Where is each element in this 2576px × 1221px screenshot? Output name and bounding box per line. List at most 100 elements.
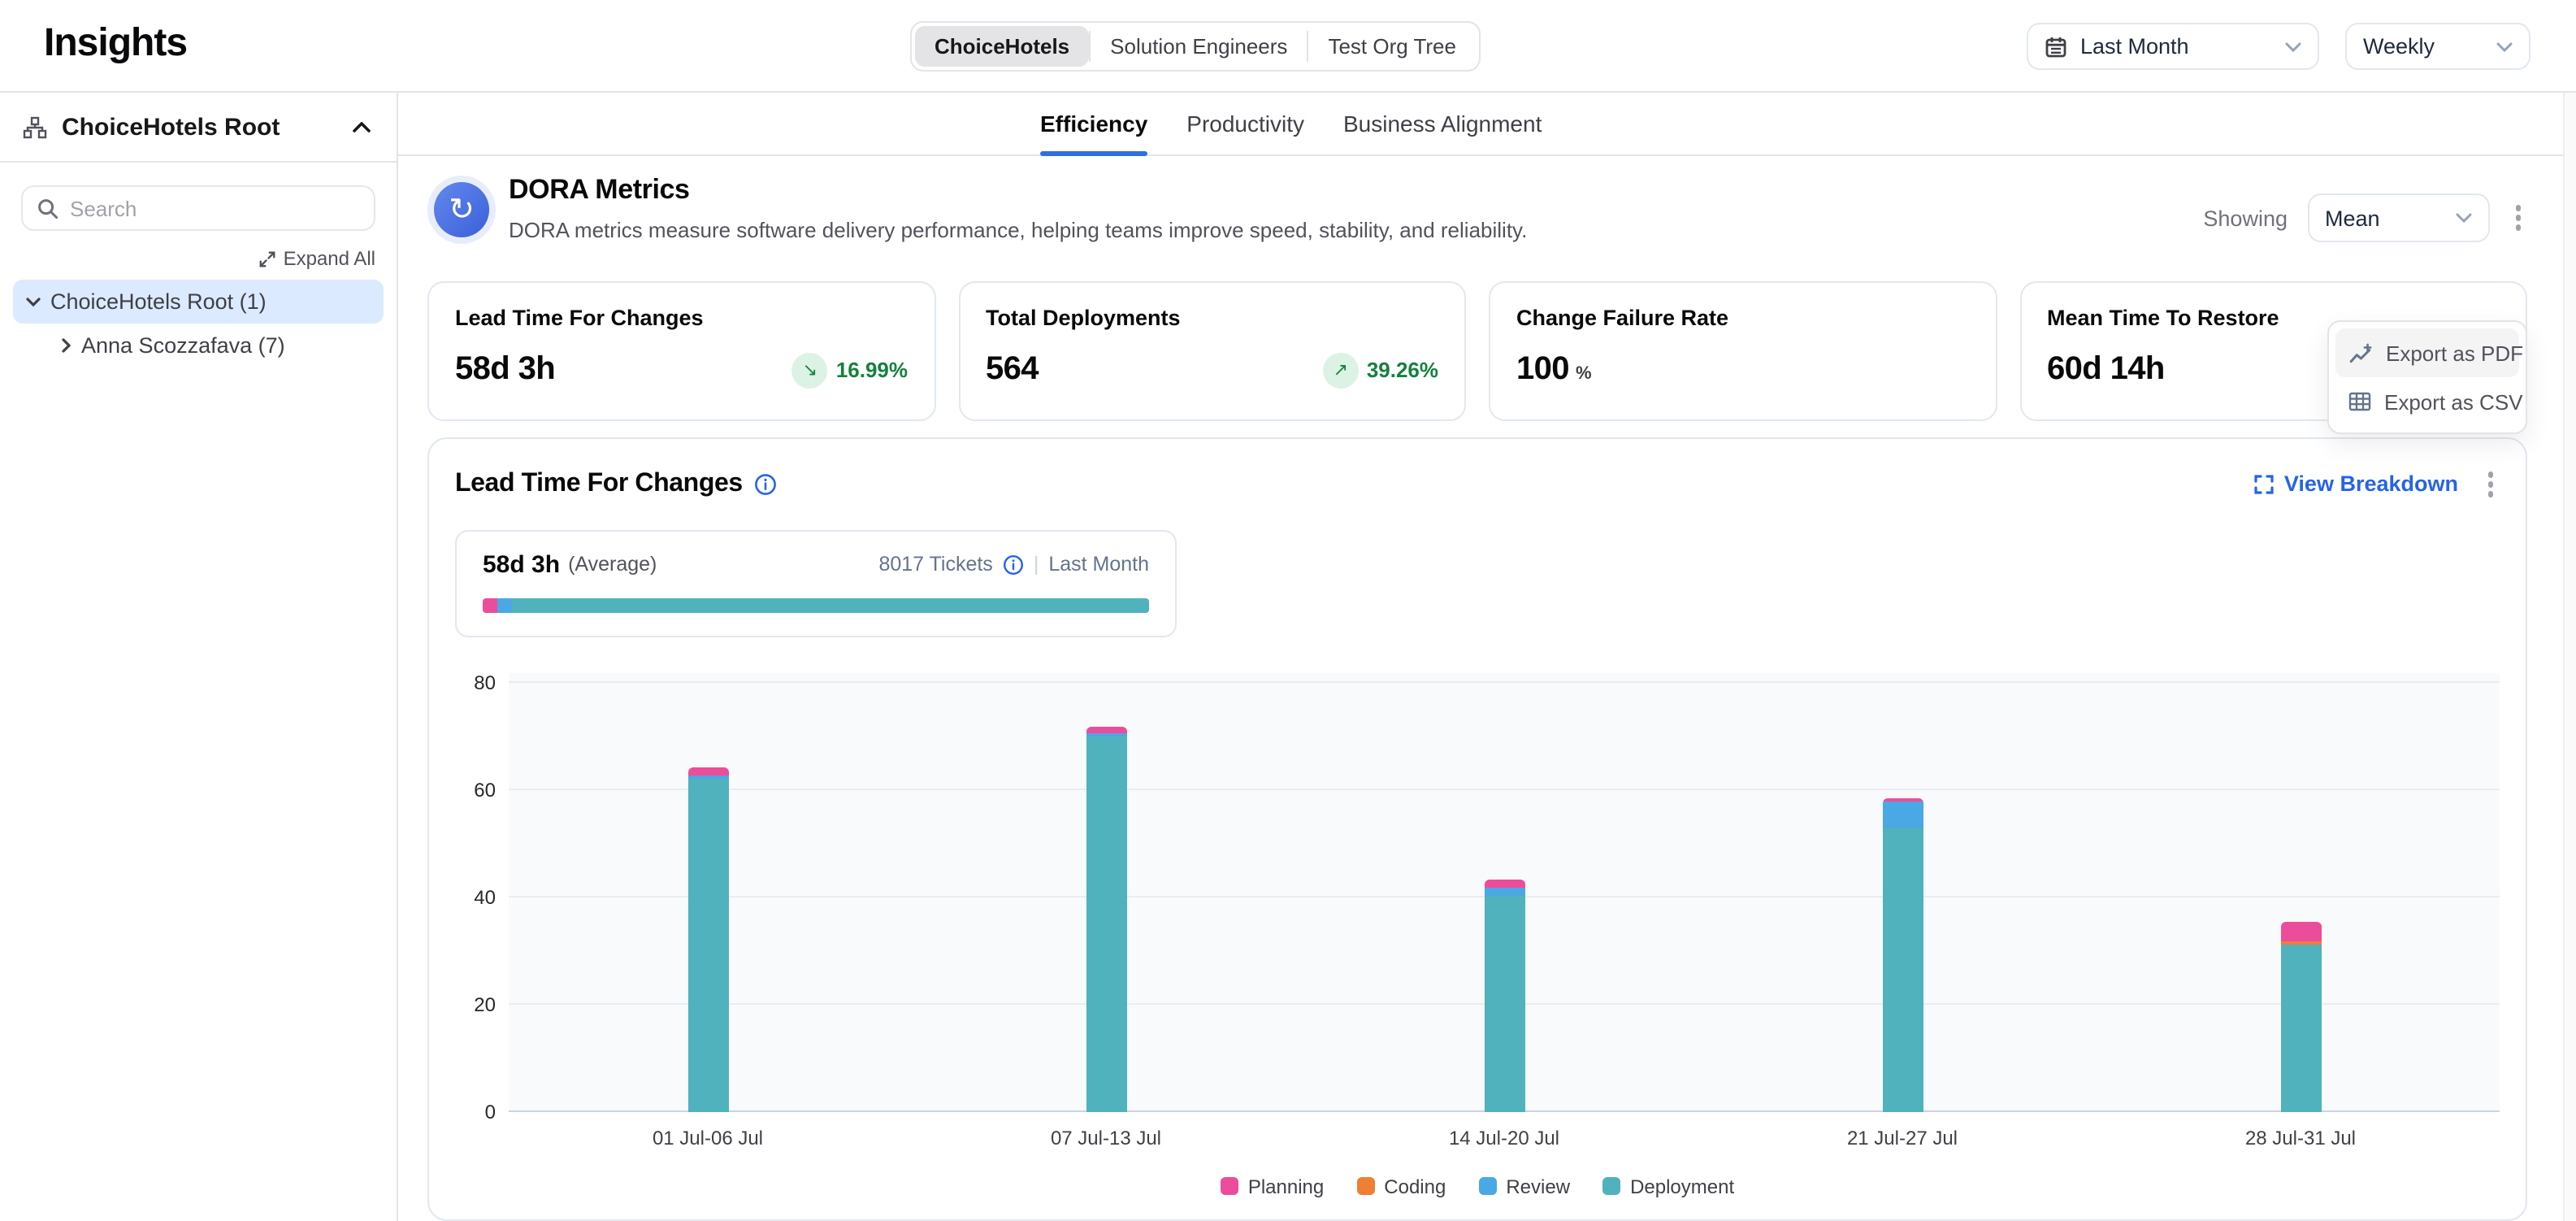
bar-segment-deployment — [1484, 895, 1524, 1111]
stacked-bar-4[interactable] — [1882, 798, 1923, 1111]
tree-row-label: Anna Scozzafava (7) — [81, 333, 285, 358]
bar-segment-planning — [1484, 880, 1524, 888]
tickets-count: 8017 Tickets — [878, 553, 992, 576]
org-tab-test-org-tree[interactable]: Test Org Tree — [1308, 26, 1476, 67]
metric-value: 58d 3h — [455, 351, 555, 389]
expand-corners-icon — [2255, 475, 2275, 494]
chevron-down-icon[interactable] — [26, 297, 41, 306]
metric-title: Total Deployments — [986, 306, 1438, 330]
summary-value: 58d 3h — [483, 550, 560, 578]
search-input[interactable] — [70, 196, 359, 220]
org-tree-icon — [23, 115, 47, 139]
tab-productivity[interactable]: Productivity — [1186, 93, 1304, 154]
bar-segment-deployment — [2280, 944, 2321, 1111]
chart-summary: 58d 3h (Average) 8017 Tickets | Last Mon… — [455, 529, 1177, 637]
insights-app: Insights ChoiceHotels Solution Engineers… — [0, 0, 2576, 1221]
chevron-right-icon[interactable] — [62, 338, 72, 353]
x-tick-label: 14 Jul-20 Jul — [1305, 1126, 1703, 1149]
metric-title: Lead Time For Changes — [455, 306, 908, 330]
stacked-bar-5[interactable] — [2280, 923, 2321, 1111]
lead-time-card: Lead Time For Changes View Breakdown — [427, 437, 2527, 1221]
bar-segment-deployment — [1882, 827, 1923, 1111]
view-breakdown-button[interactable]: View Breakdown — [2255, 472, 2458, 497]
summary-segment-deployment — [512, 597, 1149, 612]
legend-swatch — [1221, 1177, 1238, 1195]
y-tick-label: 20 — [444, 993, 496, 1015]
tab-efficiency[interactable]: Efficiency — [1040, 93, 1147, 154]
metric-card-lead-time: Lead Time For Changes 58d 3h ↘ 16.99% — [427, 281, 935, 421]
summary-stacked-bar — [483, 597, 1149, 612]
info-icon[interactable] — [1003, 554, 1024, 575]
granularity-value: Weekly — [2363, 34, 2483, 59]
dora-menu-button[interactable] — [2509, 199, 2527, 237]
section-title: Lead Time For Changes — [455, 470, 743, 499]
expand-all-button[interactable]: Expand All — [259, 247, 375, 270]
x-tick-label: 07 Jul-13 Jul — [907, 1126, 1305, 1149]
date-range-value: Last Month — [2080, 34, 2272, 59]
header-controls: Last Month Weekly — [2027, 23, 2530, 70]
export-menu: Export as PDF Export as CSV — [2327, 320, 2527, 434]
org-tab-choicehotels[interactable]: ChoiceHotels — [915, 26, 1089, 67]
metric-card-change-failure-rate: Change Failure Rate 100 % — [1489, 281, 1997, 421]
chart-legend: PlanningCodingReviewDeployment — [455, 1175, 2500, 1197]
stacked-bar-3[interactable] — [1484, 880, 1524, 1111]
bar-segment-deployment — [1086, 736, 1126, 1111]
y-tick-label: 40 — [444, 885, 496, 908]
menu-item-export-pdf[interactable]: Export as PDF — [2335, 328, 2519, 377]
menu-item-export-csv[interactable]: Export as CSV — [2335, 377, 2519, 426]
sidebar: ChoiceHotels Root Expand All — [0, 93, 398, 1221]
metric-value: 564 — [986, 351, 1039, 389]
date-range-select[interactable]: Last Month — [2027, 23, 2319, 70]
chevron-down-icon — [2285, 41, 2301, 51]
metric-value: 60d 14h — [2047, 351, 2165, 389]
x-tick-label: 21 Jul-27 Jul — [1703, 1126, 2101, 1149]
tree-row-anna-scozzafava[interactable]: Anna Scozzafava (7) — [49, 324, 384, 367]
sidebar-collapse-button[interactable] — [349, 118, 374, 136]
dora-icon: ↻ — [427, 176, 496, 244]
separator: | — [1034, 553, 1039, 576]
tree-row-label: ChoiceHotels Root (1) — [50, 289, 267, 314]
info-icon[interactable] — [754, 473, 777, 496]
bar-segment-review — [1484, 888, 1524, 895]
chevron-down-icon — [2496, 41, 2513, 51]
org-tab-solution-engineers[interactable]: Solution Engineers — [1091, 26, 1307, 67]
stacked-bar-2[interactable] — [1086, 727, 1126, 1111]
showing-select[interactable]: Mean — [2307, 193, 2489, 242]
tab-business-alignment[interactable]: Business Alignment — [1343, 93, 1542, 154]
metric-title: Change Failure Rate — [1516, 306, 1969, 330]
trend-up-icon: ↗ — [1323, 352, 1359, 388]
dora-title: DORA Metrics — [509, 174, 1527, 206]
legend-swatch — [1478, 1177, 1496, 1195]
chart-line-icon — [2348, 342, 2373, 363]
main-area: Efficiency Productivity Business Alignme… — [398, 93, 2576, 1221]
sidebar-title: ChoiceHotels Root — [62, 113, 335, 141]
y-tick-label: 80 — [444, 671, 496, 693]
page-title: Insights — [44, 21, 187, 67]
stacked-bar-1[interactable] — [687, 768, 728, 1111]
org-tab-group: ChoiceHotels Solution Engineers Test Org… — [910, 21, 1481, 72]
bar-segment-review — [1882, 802, 1923, 827]
dora-description: DORA metrics measure software delivery p… — [509, 218, 1527, 242]
app-header: Insights ChoiceHotels Solution Engineers… — [0, 0, 2576, 93]
tree-row-choicehotels-root[interactable]: ChoiceHotels Root (1) — [13, 280, 384, 324]
bar-segment-planning — [1086, 727, 1126, 733]
sidebar-header: ChoiceHotels Root — [0, 93, 397, 163]
legend-item-coding: Coding — [1356, 1175, 1446, 1197]
metric-delta: 16.99% — [836, 358, 908, 382]
sidebar-search — [21, 185, 375, 231]
metric-value: 100 — [1516, 351, 1569, 389]
chevron-down-icon — [2455, 213, 2471, 223]
menu-item-label: Export as CSV — [2384, 389, 2523, 414]
scrollbar-track[interactable] — [2563, 93, 2576, 1221]
summary-segment-planning — [483, 597, 497, 612]
chart-menu-button[interactable] — [2481, 465, 2500, 503]
summary-qualifier: (Average) — [568, 553, 657, 576]
lead-time-chart: 020406080 01 Jul-06 Jul07 Jul-13 Jul14 J… — [509, 672, 2500, 1149]
search-icon — [37, 198, 59, 219]
cycle-icon: ↻ — [449, 194, 475, 225]
legend-swatch — [1602, 1177, 1620, 1195]
metric-delta: 39.26% — [1367, 358, 1438, 382]
granularity-select[interactable]: Weekly — [2345, 23, 2530, 70]
metric-card-total-deployments: Total Deployments 564 ↗ 39.26% — [958, 281, 1466, 421]
expand-all-label: Expand All — [284, 247, 375, 270]
